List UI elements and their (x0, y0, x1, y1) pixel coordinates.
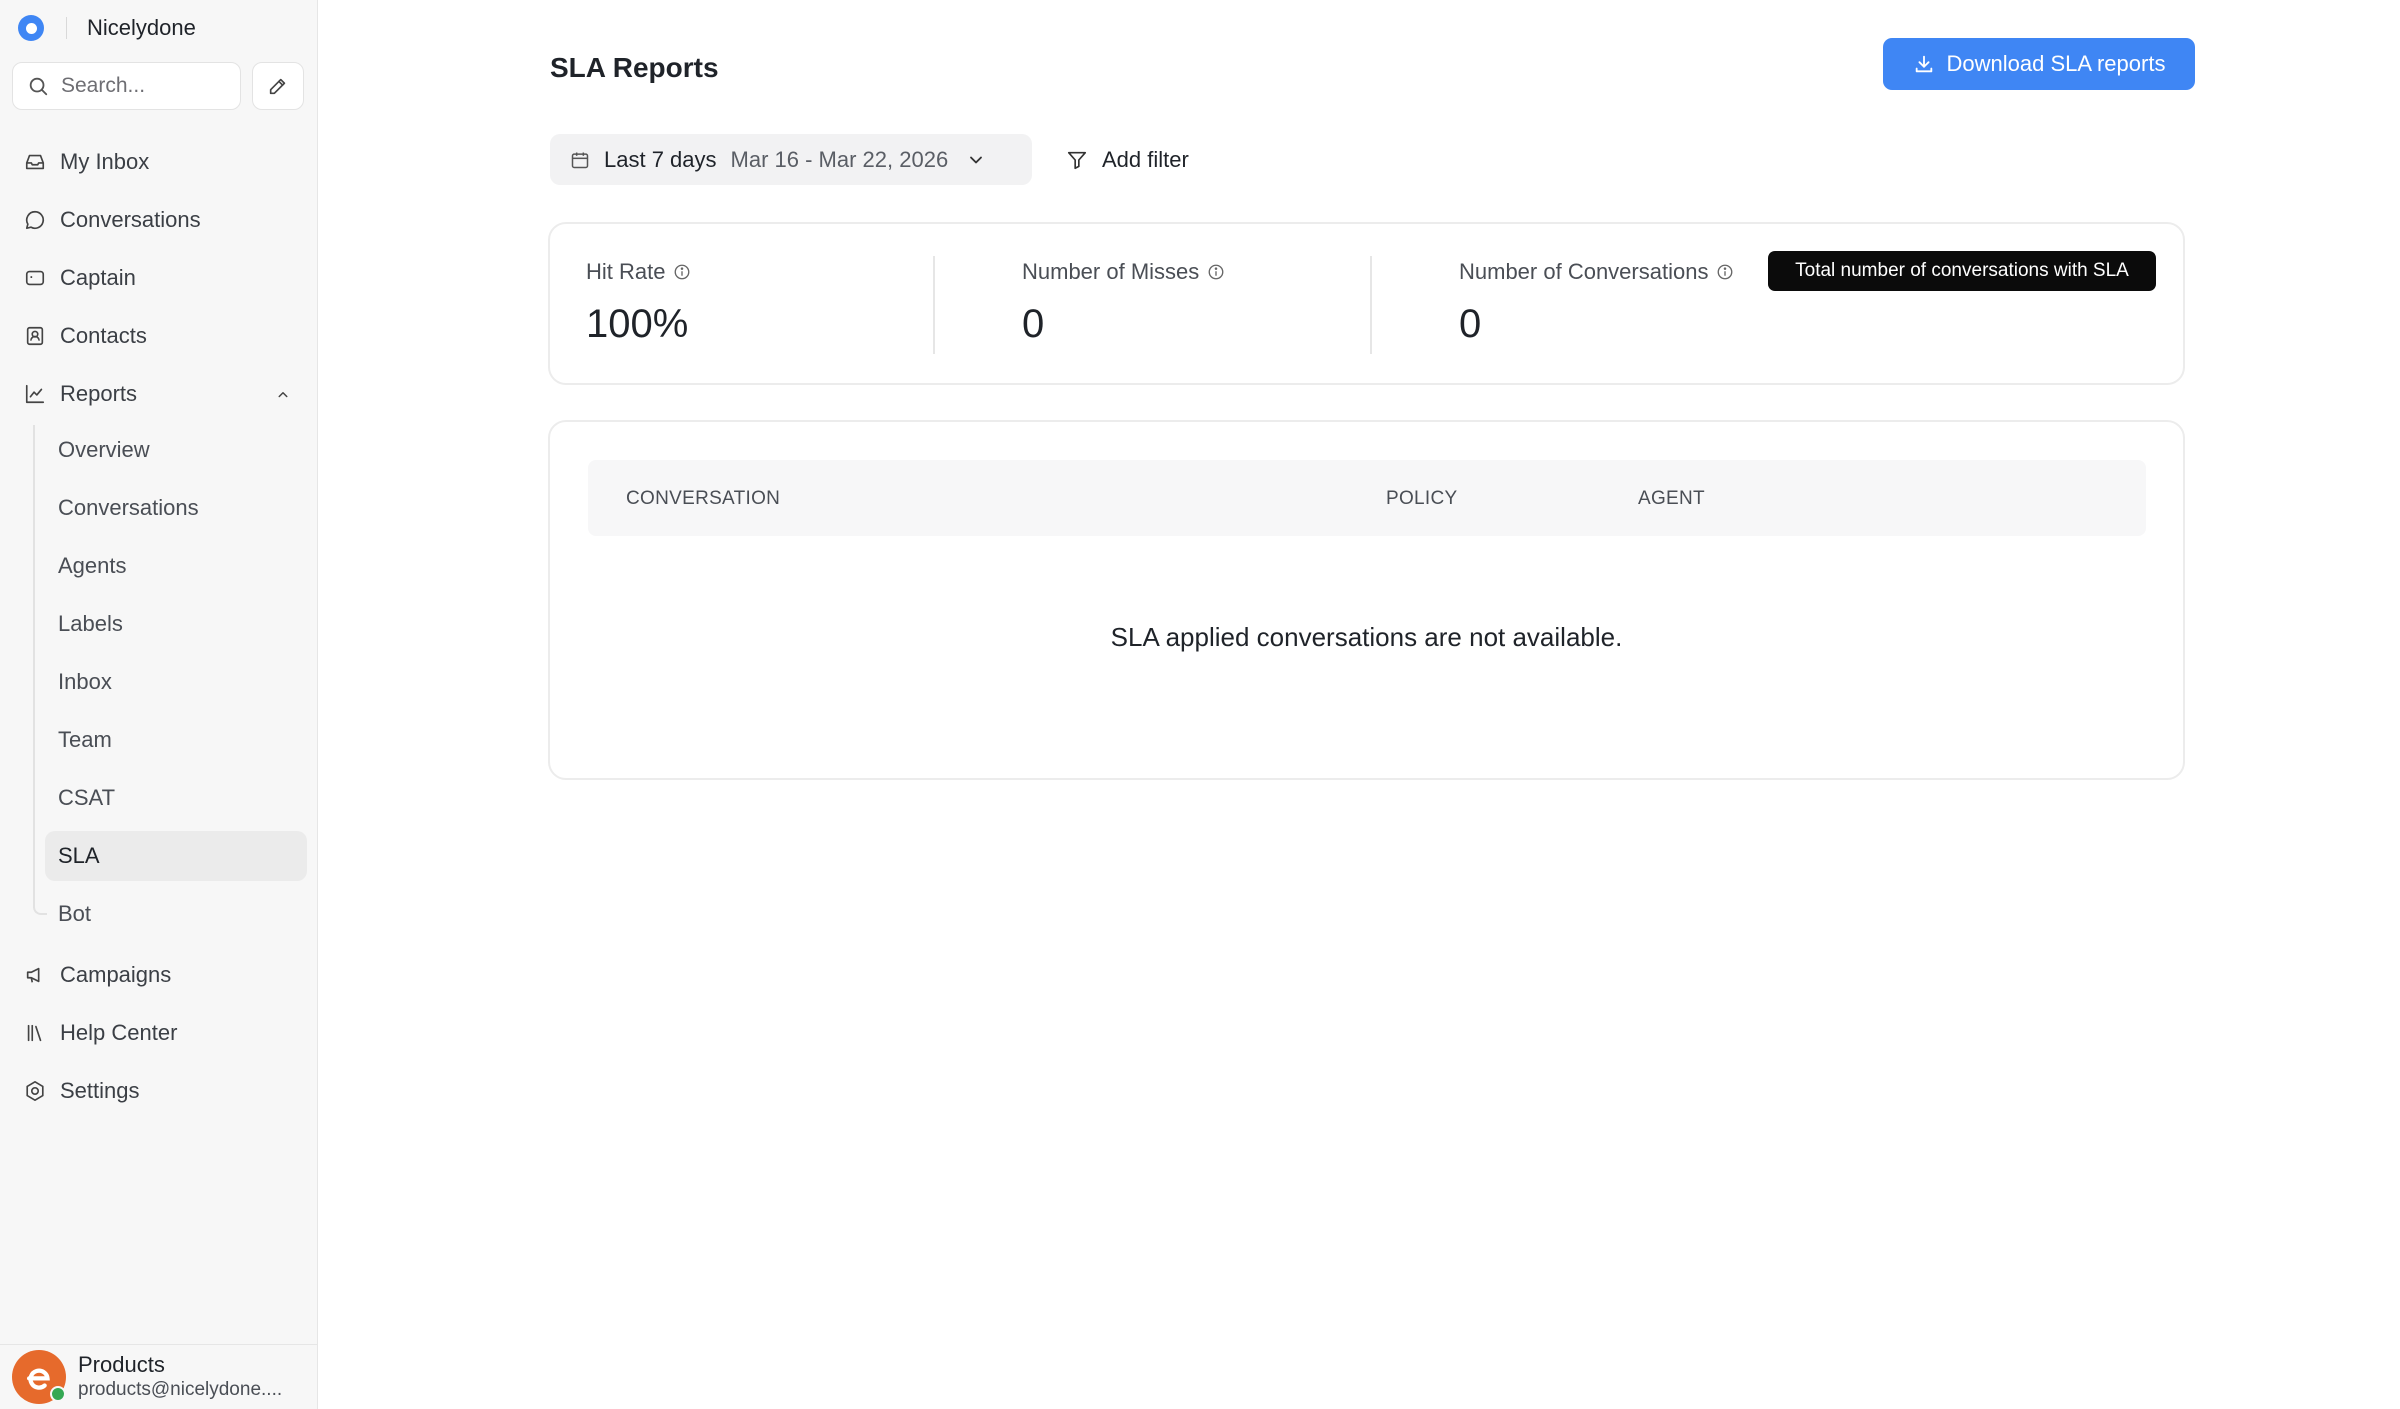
nav-reports-team[interactable]: Team (45, 715, 307, 765)
sub-item-label: Bot (58, 901, 92, 926)
download-sla-reports-button[interactable]: Download SLA reports (1883, 38, 2195, 90)
workspace-switcher[interactable]: Nicelydone (18, 14, 196, 42)
metric-label: Hit Rate (586, 259, 666, 284)
info-icon[interactable] (673, 263, 691, 281)
info-icon[interactable] (1207, 263, 1225, 281)
column-header-agent: AGENT (1638, 488, 1705, 509)
sub-item-label: Labels (58, 611, 123, 636)
nav-reports[interactable]: Reports (12, 370, 306, 418)
search-box[interactable] (12, 62, 241, 110)
contacts-icon (22, 323, 48, 349)
chat-bubble-icon (22, 207, 48, 233)
pencil-icon (269, 78, 286, 95)
sla-metrics-card: Hit Rate 100% Number of Misses 0 Number … (548, 222, 2185, 385)
filter-icon (1067, 151, 1087, 169)
nav-campaigns[interactable]: Campaigns (12, 951, 306, 999)
sidebar: Nicelydone My Inbox Conversations Captai… (0, 0, 318, 1409)
sub-item-label: SLA (58, 843, 100, 868)
metric-value: 0 (1022, 302, 1045, 346)
sub-item-label: Agents (58, 553, 127, 578)
user-profile-menu[interactable]: Products products@nicelydone.... (0, 1344, 318, 1409)
table-header: CONVERSATION POLICY AGENT (588, 460, 2146, 536)
nav-reports-overview[interactable]: Overview (45, 425, 307, 475)
megaphone-icon (22, 962, 48, 988)
gear-icon (22, 1078, 48, 1104)
nav-reports-sla[interactable]: SLA (45, 831, 307, 881)
nav-label: Campaigns (60, 962, 172, 987)
nav-label: Conversations (60, 207, 201, 232)
library-icon (22, 1020, 48, 1046)
search-input[interactable] (61, 74, 231, 98)
info-tooltip: Total number of conversations with SLA (1768, 251, 2156, 291)
download-icon (1915, 55, 1932, 73)
sla-conversations-table: CONVERSATION POLICY AGENT SLA applied co… (548, 420, 2185, 780)
workspace-name: Nicelydone (87, 15, 196, 40)
nav-reports-labels[interactable]: Labels (45, 599, 307, 649)
date-range-picker[interactable]: Last 7 days Mar 16 - Mar 22, 2026 (550, 134, 1032, 185)
info-icon[interactable] (1716, 263, 1734, 281)
sub-item-label: Team (58, 727, 112, 752)
nav-reports-agents[interactable]: Agents (45, 541, 307, 591)
nav-label: Reports (60, 381, 138, 406)
user-email: products@nicelydone.... (78, 1379, 283, 1400)
nav-label: Contacts (60, 323, 147, 348)
add-filter-button[interactable]: Add filter (1066, 134, 1189, 185)
page-title: SLA Reports (550, 52, 719, 83)
metric-label: Number of Misses (1022, 259, 1200, 284)
captain-icon (22, 265, 48, 291)
nav-label: Help Center (60, 1020, 178, 1045)
nav-reports-inbox[interactable]: Inbox (45, 657, 307, 707)
date-preset-label: Last 7 days (604, 146, 717, 172)
sub-item-label: CSAT (58, 785, 116, 810)
nav-label: Settings (60, 1078, 140, 1103)
nav-label: Captain (60, 265, 136, 290)
nav-reports-csat[interactable]: CSAT (45, 773, 307, 823)
avatar (12, 1350, 66, 1404)
online-status-badge (50, 1386, 66, 1402)
column-header-policy: POLICY (1386, 488, 1458, 509)
sub-item-label: Overview (58, 437, 150, 462)
nav-reports-bot[interactable]: Bot (45, 889, 307, 939)
chevron-up-icon[interactable] (274, 384, 292, 410)
download-button-label: Download SLA reports (1946, 51, 2166, 76)
sub-item-label: Conversations (58, 495, 199, 520)
workspace-logo-icon (18, 15, 44, 41)
nav-contacts[interactable]: Contacts (12, 312, 306, 360)
metric-divider (933, 256, 935, 354)
column-header-conversation: CONVERSATION (626, 488, 781, 509)
line-chart-icon (22, 381, 48, 407)
search-icon (29, 77, 48, 96)
calendar-icon (571, 152, 589, 168)
inbox-icon (22, 149, 48, 175)
empty-state-message: SLA applied conversations are not availa… (1110, 622, 1623, 652)
metric-value: 100% (586, 302, 689, 346)
nav-settings[interactable]: Settings (12, 1067, 306, 1115)
nav-label: My Inbox (60, 149, 150, 174)
metric-label: Number of Conversations (1459, 259, 1709, 284)
chevron-down-icon (966, 150, 986, 170)
nav-my-inbox[interactable]: My Inbox (12, 138, 306, 186)
user-name: Products (78, 1352, 165, 1377)
brand-divider (66, 17, 67, 39)
date-range-text: Mar 16 - Mar 22, 2026 (730, 146, 949, 172)
nav-reports-conversations[interactable]: Conversations (45, 483, 307, 533)
nav-captain[interactable]: Captain (12, 254, 306, 302)
nav-help-center[interactable]: Help Center (12, 1009, 306, 1057)
add-filter-label: Add filter (1102, 146, 1189, 172)
metric-value: 0 (1459, 302, 1482, 346)
nav-conversations[interactable]: Conversations (12, 196, 306, 244)
metric-divider (1370, 256, 1372, 354)
compose-button[interactable] (252, 62, 304, 110)
sub-item-label: Inbox (58, 669, 112, 694)
